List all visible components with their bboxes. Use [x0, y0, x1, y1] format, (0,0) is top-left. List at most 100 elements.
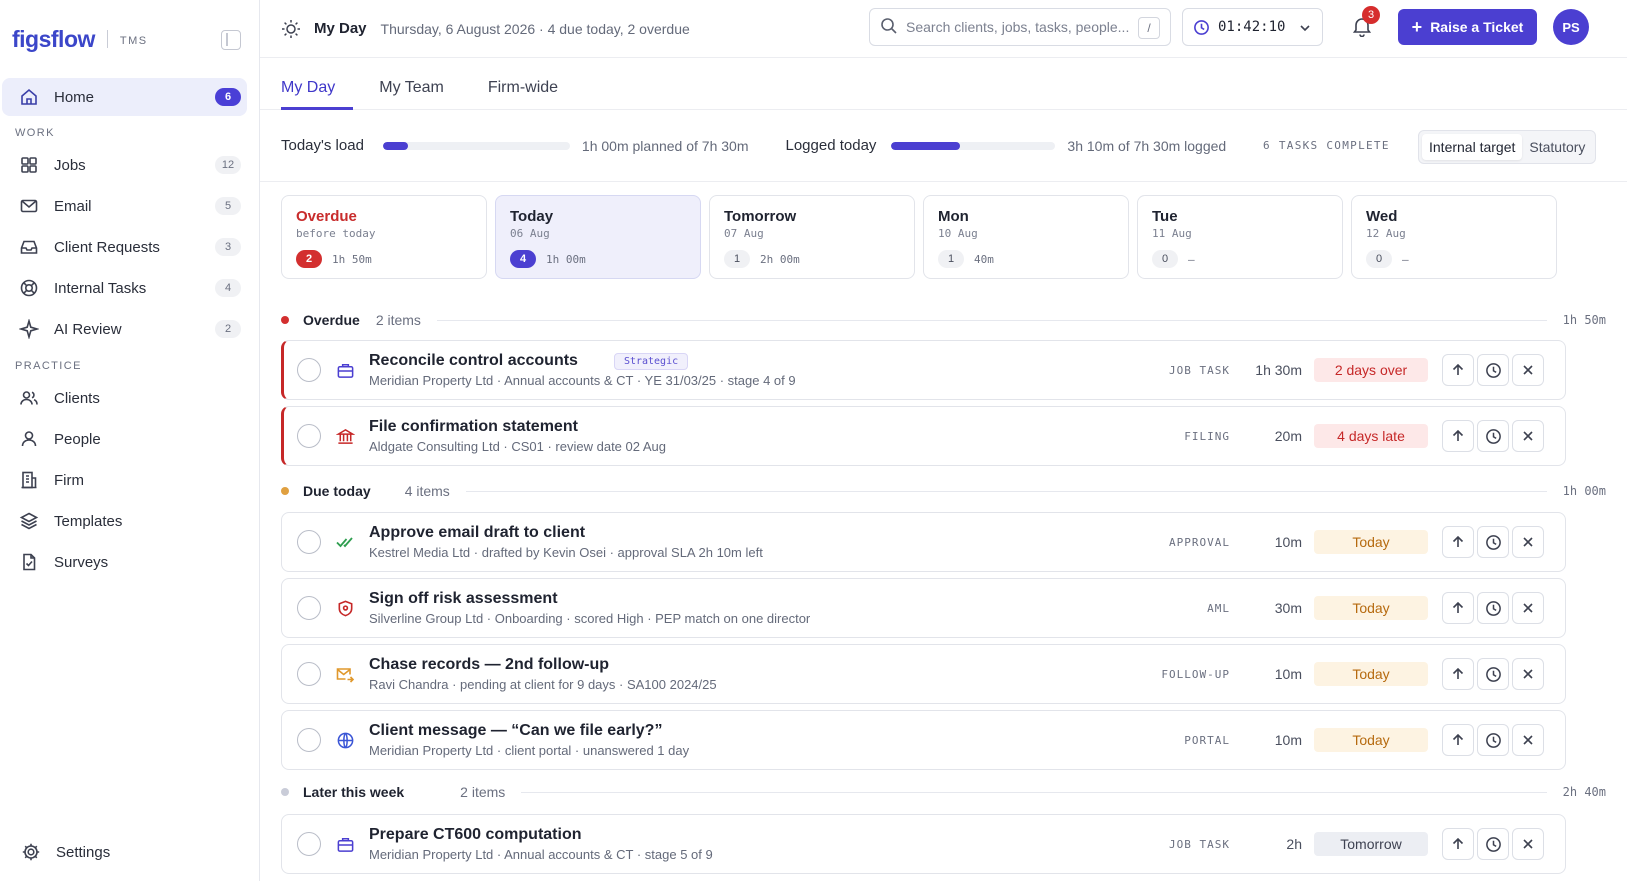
task-title[interactable]: Reconcile control accounts — [369, 352, 578, 370]
inbox-icon — [18, 236, 40, 258]
notifications-button[interactable]: 3 — [1351, 6, 1380, 39]
move-up-button[interactable] — [1442, 420, 1474, 452]
clock-icon — [1485, 600, 1501, 616]
task-row[interactable]: Sign off risk assessment Silverline Grou… — [281, 578, 1566, 638]
move-up-button[interactable] — [1442, 828, 1474, 860]
section-time: 1h 00m — [1562, 484, 1606, 498]
task-checkbox[interactable] — [297, 832, 321, 856]
snooze-button[interactable] — [1477, 658, 1509, 690]
day-time: — — [1188, 252, 1195, 266]
dismiss-button[interactable] — [1512, 526, 1544, 558]
sidebar-item-people[interactable]: People — [2, 419, 247, 459]
close-icon — [1523, 603, 1533, 613]
sidebar-item-internal-tasks[interactable]: Internal Tasks 4 — [2, 268, 247, 308]
sidebar-item-label: Home — [54, 88, 95, 106]
section-time: 2h 40m — [1562, 785, 1606, 799]
avatar[interactable]: PS — [1553, 9, 1589, 45]
task-row[interactable]: File confirmation statement Aldgate Cons… — [281, 406, 1566, 466]
snooze-button[interactable] — [1477, 828, 1509, 860]
sidebar-item-home[interactable]: Home 6 — [2, 78, 247, 116]
task-checkbox[interactable] — [297, 596, 321, 620]
day-count-badge: 1 — [938, 250, 964, 268]
move-up-button[interactable] — [1442, 526, 1474, 558]
task-checkbox[interactable] — [297, 728, 321, 752]
logo[interactable]: figsflow — [12, 26, 95, 53]
task-title[interactable]: Chase records — 2nd follow-up — [369, 656, 609, 674]
snooze-button[interactable] — [1477, 420, 1509, 452]
day-card-tue[interactable]: Tue 11 Aug 0 — — [1137, 195, 1343, 279]
dismiss-button[interactable] — [1512, 354, 1544, 386]
status-badge: 4 days late — [1314, 424, 1428, 448]
move-up-button[interactable] — [1442, 592, 1474, 624]
task-row[interactable]: Prepare CT600 computation Meridian Prope… — [281, 814, 1566, 874]
dismiss-button[interactable] — [1512, 724, 1544, 756]
task-title[interactable]: Sign off risk assessment — [369, 590, 558, 608]
sidebar-item-email[interactable]: Email 5 — [2, 186, 247, 226]
task-title[interactable]: File confirmation statement — [369, 418, 578, 436]
count-badge: 4 — [215, 279, 241, 297]
tab-firm-wide[interactable]: Firm-wide — [488, 79, 558, 109]
section-name: Overdue — [303, 312, 360, 328]
sidebar-item-surveys[interactable]: Surveys — [2, 542, 247, 582]
section-name: Later this week — [303, 784, 405, 800]
task-title[interactable]: Client message — “Can we file early?” — [369, 722, 662, 740]
task-row[interactable]: Reconcile control accounts Strategic Meri… — [281, 340, 1566, 400]
arrow-up-icon — [1452, 429, 1464, 441]
toggle-statutory[interactable]: Statutory — [1522, 134, 1592, 160]
notification-count-badge: 3 — [1362, 6, 1380, 24]
sidebar-item-ai-review[interactable]: AI Review 2 — [2, 309, 247, 349]
sidebar-item-label: Email — [54, 197, 92, 215]
task-row[interactable]: Approve email draft to client Kestrel Me… — [281, 512, 1566, 572]
move-up-button[interactable] — [1442, 658, 1474, 690]
task-checkbox[interactable] — [297, 662, 321, 686]
task-row[interactable]: Chase records — 2nd follow-up Ravi Chand… — [281, 644, 1566, 704]
sidebar-item-firm[interactable]: Firm — [2, 460, 247, 500]
day-card-overdue[interactable]: Overdue before today 2 1h 50m — [281, 195, 487, 279]
sidebar-item-settings[interactable]: Settings — [4, 832, 235, 872]
sidebar-item-label: Internal Tasks — [54, 279, 147, 297]
day-card-today[interactable]: Today 06 Aug 4 1h 00m — [495, 195, 701, 279]
dismiss-button[interactable] — [1512, 658, 1544, 690]
task-title[interactable]: Approve email draft to client — [369, 524, 585, 542]
sidebar-item-templates[interactable]: Templates — [2, 501, 247, 541]
tab-my-team[interactable]: My Team — [379, 79, 444, 109]
snooze-button[interactable] — [1477, 526, 1509, 558]
move-up-button[interactable] — [1442, 724, 1474, 756]
sidebar-item-label: Clients — [54, 389, 100, 407]
strategic-tag: Strategic — [613, 352, 689, 370]
sidebar-item-clients[interactable]: Clients — [2, 378, 247, 418]
snooze-button[interactable] — [1477, 592, 1509, 624]
globe-icon — [335, 730, 355, 750]
task-checkbox[interactable] — [297, 530, 321, 554]
snooze-button[interactable] — [1477, 724, 1509, 756]
brand: figsflow TMS — [0, 0, 259, 78]
snooze-button[interactable] — [1477, 354, 1509, 386]
sidebar-item-jobs[interactable]: Jobs 12 — [2, 145, 247, 185]
search-box[interactable]: / — [869, 8, 1171, 46]
task-checkbox[interactable] — [297, 358, 321, 382]
task-row[interactable]: Client message — “Can we file early?” Me… — [281, 710, 1566, 770]
day-card-tomorrow[interactable]: Tomorrow 07 Aug 1 2h 00m — [709, 195, 915, 279]
sparkle-icon — [18, 318, 40, 340]
sidebar-item-client-requests[interactable]: Client Requests 3 — [2, 227, 247, 267]
dismiss-button[interactable] — [1512, 420, 1544, 452]
dismiss-button[interactable] — [1512, 828, 1544, 860]
day-card-mon[interactable]: Mon 10 Aug 1 40m — [923, 195, 1129, 279]
toggle-internal-target[interactable]: Internal target — [1422, 134, 1523, 160]
survey-icon — [18, 551, 40, 573]
day-card-wed[interactable]: Wed 12 Aug 0 — — [1351, 195, 1557, 279]
raise-ticket-button[interactable]: + Raise a Ticket — [1398, 9, 1537, 45]
timer-dropdown[interactable]: 01:42:10 — [1182, 8, 1323, 46]
task-checkbox[interactable] — [297, 424, 321, 448]
sidebar-collapse-icon[interactable] — [221, 30, 241, 50]
bank-icon — [335, 426, 355, 446]
logged-today-fill — [891, 141, 961, 150]
logged-today-bar — [891, 141, 1056, 150]
day-subtitle: 06 Aug — [510, 227, 550, 240]
search-input[interactable] — [906, 19, 1136, 35]
page-title: My Day — [314, 20, 367, 37]
dismiss-button[interactable] — [1512, 592, 1544, 624]
task-title[interactable]: Prepare CT600 computation — [369, 826, 582, 844]
move-up-button[interactable] — [1442, 354, 1474, 386]
tab-my-day[interactable]: My Day — [281, 79, 354, 110]
